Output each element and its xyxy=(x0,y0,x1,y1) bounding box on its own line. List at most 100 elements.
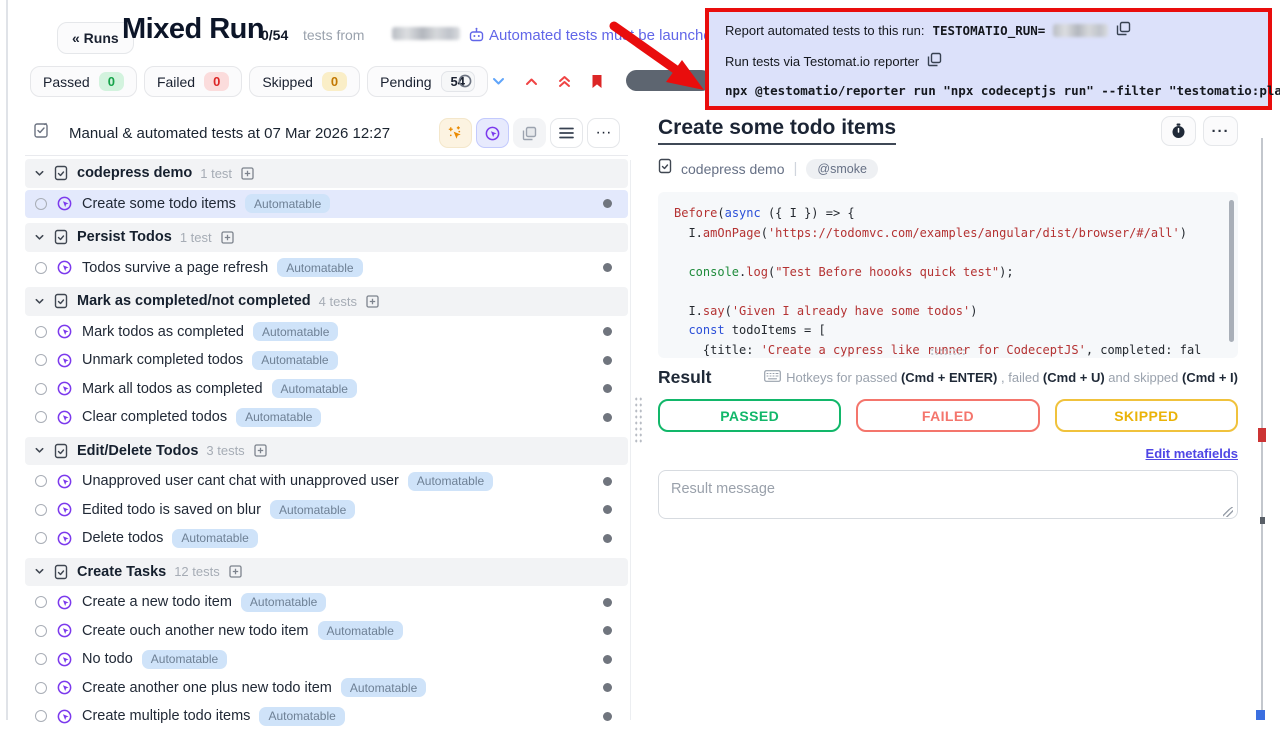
test-status-radio[interactable] xyxy=(35,532,47,544)
bookmark-flag-icon[interactable] xyxy=(591,74,603,89)
test-list: codepress demo1 testCreate some todo ite… xyxy=(25,159,628,731)
code-scrollbar-thumb[interactable] xyxy=(1229,200,1234,342)
add-test-icon[interactable] xyxy=(254,444,267,457)
result-message-input[interactable] xyxy=(658,470,1238,519)
filter-failed[interactable]: Failed 0 xyxy=(144,66,242,97)
test-status-radio[interactable] xyxy=(35,326,47,338)
suite-doc-icon xyxy=(54,564,68,580)
suite-group-row[interactable]: Create Tasks12 tests xyxy=(25,558,628,587)
splitter-drag-handle[interactable] xyxy=(634,396,643,444)
more-options-button[interactable]: ··· xyxy=(1203,116,1238,146)
copy-icon[interactable] xyxy=(513,118,546,148)
pending-status-dot xyxy=(603,477,612,486)
failed-button[interactable]: FAILED xyxy=(856,399,1039,432)
code-line xyxy=(674,282,1222,302)
tests-from-label: tests from xyxy=(303,27,364,43)
skipped-count-badge: 0 xyxy=(322,72,347,91)
automatable-badge: Automatable xyxy=(172,529,257,548)
suite-group-row[interactable]: Edit/Delete Todos3 tests xyxy=(25,437,628,466)
test-list-panel: Manual & automated tests at 07 Mar 2026 … xyxy=(25,116,628,720)
test-row[interactable]: Create another one plus new todo item Aut… xyxy=(25,674,628,703)
suite-doc-icon xyxy=(54,229,68,245)
automated-tests-launch-link[interactable]: Automated tests must be launched xyxy=(489,27,720,44)
copy-icon[interactable] xyxy=(1116,21,1131,39)
test-row[interactable]: Create some todo itemsAutomatable xyxy=(25,190,628,219)
circle-status-icon[interactable] xyxy=(458,74,472,88)
test-status-radio[interactable] xyxy=(35,475,47,487)
chevron-down-icon[interactable] xyxy=(33,168,45,179)
test-row[interactable]: Create multiple todo itemsAutomatable xyxy=(25,702,628,731)
chevron-down-icon[interactable] xyxy=(33,296,45,307)
add-test-icon[interactable] xyxy=(229,565,242,578)
magic-run-button[interactable] xyxy=(439,118,472,148)
test-status-radio[interactable] xyxy=(35,411,47,423)
pending-status-dot xyxy=(603,683,612,692)
test-row[interactable]: Create ouch another new todo itemAutomat… xyxy=(25,617,628,646)
page-title: Mixed Run xyxy=(122,13,264,46)
add-test-icon[interactable] xyxy=(241,167,254,180)
clipboard-check-icon xyxy=(33,122,49,144)
automatable-badge: Automatable xyxy=(236,408,321,427)
test-row[interactable]: Delete todosAutomatable xyxy=(25,524,628,553)
test-status-radio[interactable] xyxy=(35,596,47,608)
add-test-icon[interactable] xyxy=(221,231,234,244)
tag-badge[interactable]: @smoke xyxy=(806,159,878,179)
test-status-radio[interactable] xyxy=(35,625,47,637)
automated-test-icon xyxy=(56,380,73,397)
filter-passed[interactable]: Passed 0 xyxy=(30,66,137,97)
automated-filter-button[interactable] xyxy=(476,118,509,148)
test-row[interactable]: Edited todo is saved on blurAutomatable xyxy=(25,496,628,525)
code-lines: Before(async ({ I }) => { I.amOnPage('ht… xyxy=(674,204,1222,358)
timer-button[interactable] xyxy=(1161,116,1196,146)
test-code-block[interactable]: Before(async ({ I }) => { I.amOnPage('ht… xyxy=(658,192,1238,358)
chevron-down-icon[interactable] xyxy=(33,445,45,456)
test-row[interactable]: Todos survive a page refreshAutomatable xyxy=(25,254,628,283)
skipped-button[interactable]: SKIPPED xyxy=(1055,399,1238,432)
test-row[interactable]: No todoAutomatable xyxy=(25,645,628,674)
test-status-radio[interactable] xyxy=(35,653,47,665)
test-row[interactable]: Create a new todo itemAutomatable xyxy=(25,588,628,617)
more-options-button[interactable]: ··· xyxy=(587,118,620,148)
automated-test-icon xyxy=(56,622,73,639)
list-view-button[interactable] xyxy=(550,118,583,148)
chevron-down-icon[interactable] xyxy=(33,232,45,243)
test-row[interactable]: Mark todos as completedAutomatable xyxy=(25,318,628,347)
code-drag-handle[interactable] xyxy=(930,348,966,356)
suite-group-row[interactable]: Persist Todos1 test xyxy=(25,223,628,252)
report-instructions-box: Report automated tests to this run: TEST… xyxy=(705,8,1272,110)
chevron-down-icon[interactable] xyxy=(492,77,505,86)
test-row[interactable]: Mark all todos as completedAutomatable xyxy=(25,375,628,404)
filter-skipped[interactable]: Skipped 0 xyxy=(249,66,360,97)
chevron-down-icon[interactable] xyxy=(33,566,45,577)
suite-breadcrumb[interactable]: codepress demo xyxy=(681,161,785,177)
failed-count-badge: 0 xyxy=(204,72,229,91)
copy-icon[interactable] xyxy=(927,52,942,70)
test-title[interactable]: Create some todo items xyxy=(658,116,896,145)
result-message-wrapper xyxy=(658,470,1238,524)
test-label: Create some todo items xyxy=(82,196,236,212)
test-status-radio[interactable] xyxy=(35,383,47,395)
chevron-up-icon[interactable] xyxy=(525,77,538,86)
automated-test-icon xyxy=(56,708,73,725)
test-label: Create another one plus new todo item xyxy=(82,680,332,696)
panel-splitter[interactable] xyxy=(630,160,631,720)
test-row[interactable]: Unmark completed todosAutomatable xyxy=(25,346,628,375)
test-status-radio[interactable] xyxy=(35,262,47,274)
test-status-radio[interactable] xyxy=(35,710,47,722)
test-status-radio[interactable] xyxy=(35,504,47,516)
hotkeys-hint: Hotkeys for passed (Cmd + ENTER) , faile… xyxy=(764,370,1238,385)
double-chevron-up-icon[interactable] xyxy=(558,75,571,88)
test-status-radio[interactable] xyxy=(35,682,47,694)
test-status-radio[interactable] xyxy=(35,354,47,366)
suite-group-row[interactable]: Mark as completed/not completed4 tests xyxy=(25,287,628,316)
suite-doc-icon xyxy=(54,165,68,181)
automatable-badge: Automatable xyxy=(341,678,426,697)
edit-metafields-link[interactable]: Edit metafields xyxy=(1146,446,1238,461)
passed-button[interactable]: PASSED xyxy=(658,399,841,432)
automatable-badge: Automatable xyxy=(142,650,227,669)
test-row[interactable]: Unapproved user cant chat with unapprove… xyxy=(25,467,628,496)
test-status-radio[interactable] xyxy=(35,198,47,210)
test-row[interactable]: Clear completed todosAutomatable xyxy=(25,403,628,432)
suite-group-row[interactable]: codepress demo1 test xyxy=(25,159,628,188)
add-test-icon[interactable] xyxy=(366,295,379,308)
